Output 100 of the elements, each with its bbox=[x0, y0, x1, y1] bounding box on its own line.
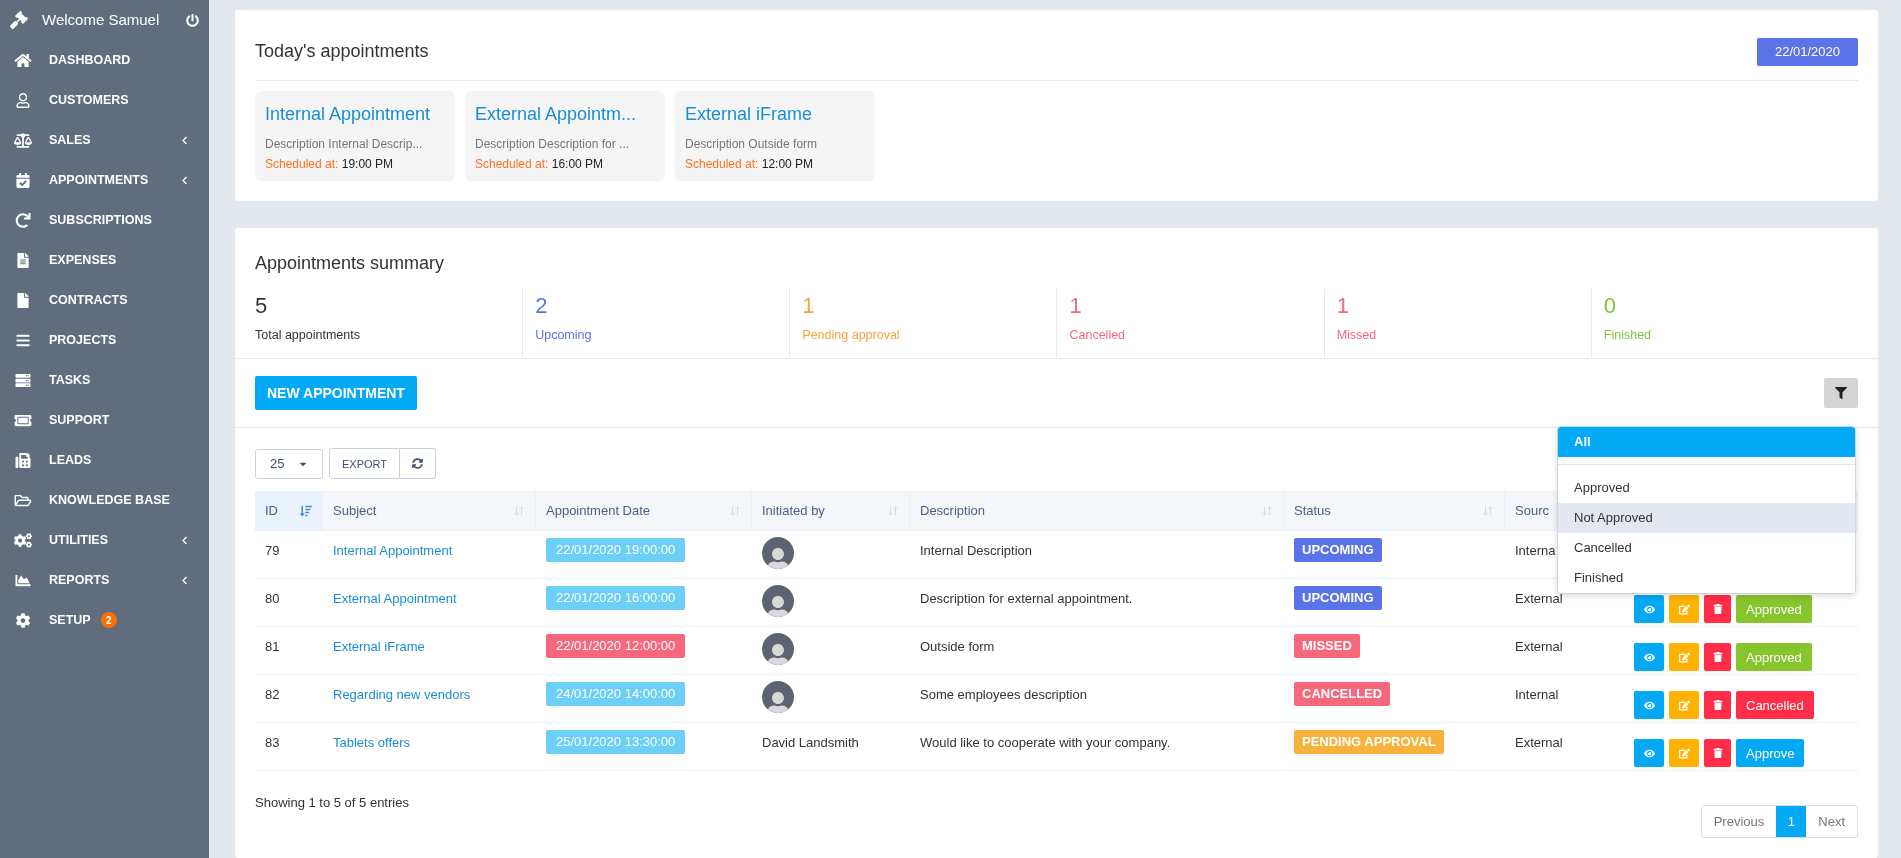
view-button[interactable] bbox=[1634, 691, 1664, 720]
scheduled-label: Scheduled at: bbox=[265, 156, 339, 171]
edit-button[interactable] bbox=[1669, 595, 1699, 624]
stat-value: 1 bbox=[1069, 291, 1083, 320]
nav-item[interactable]: CONTRACTS bbox=[0, 280, 209, 320]
nav-item[interactable]: UTILITIES bbox=[0, 520, 209, 560]
filter-option[interactable]: Not Approved bbox=[1558, 502, 1855, 533]
nav-item[interactable]: TASKS bbox=[0, 360, 209, 400]
initiator-name: David Landsmith bbox=[762, 734, 859, 753]
subject-link[interactable]: Internal Appointment bbox=[333, 543, 453, 559]
column-header[interactable]: Status bbox=[1294, 501, 1331, 521]
id-cell: 80 bbox=[265, 591, 280, 607]
filter-button[interactable] bbox=[1824, 378, 1858, 409]
nav-item[interactable]: KNOWLEDGE BASE bbox=[0, 480, 209, 520]
nav-item[interactable]: EXPENSES bbox=[0, 240, 209, 280]
subject-link[interactable]: Tablets offers bbox=[333, 735, 411, 751]
appointment-title[interactable]: External Appointm... bbox=[475, 100, 655, 127]
subject-link[interactable]: External iFrame bbox=[333, 639, 425, 655]
status-badge: UPCOMING bbox=[1294, 586, 1382, 610]
delete-button[interactable] bbox=[1704, 739, 1731, 768]
appointment-title[interactable]: External iFrame bbox=[685, 100, 865, 127]
delete-button[interactable] bbox=[1704, 691, 1731, 720]
nav-item[interactable]: SETUP 2 bbox=[0, 600, 209, 640]
trash-icon bbox=[1712, 748, 1723, 759]
approval-button[interactable]: Approve bbox=[1736, 739, 1805, 768]
fax-icon bbox=[14, 452, 32, 468]
scheduled-label: Scheduled at: bbox=[475, 156, 549, 171]
filter-icon bbox=[1835, 387, 1847, 400]
column-header[interactable]: Subject bbox=[333, 501, 377, 521]
column-header[interactable]: Description bbox=[920, 501, 986, 521]
appointment-title[interactable]: Internal Appointment bbox=[265, 100, 445, 127]
appointment-card[interactable]: Internal Appointment Description Internal Descrip... Scheduled at: 19:00 PM bbox=[255, 90, 455, 181]
edit-icon bbox=[1678, 699, 1690, 711]
date-badge: 22/01/2020 12:00:00 bbox=[546, 634, 686, 658]
delete-button[interactable] bbox=[1704, 643, 1731, 672]
stat-value: 2 bbox=[535, 291, 549, 320]
description-cell: Outside form bbox=[920, 639, 995, 655]
approval-button[interactable]: Cancelled bbox=[1736, 691, 1814, 720]
server-icon bbox=[14, 372, 32, 388]
settings-icon bbox=[14, 612, 32, 628]
edit-button[interactable] bbox=[1669, 691, 1699, 720]
stat-label: Finished bbox=[1603, 326, 1653, 344]
nav-item[interactable]: CUSTOMERS bbox=[0, 80, 209, 120]
view-button[interactable] bbox=[1634, 595, 1664, 624]
filter-option[interactable]: Approved bbox=[1558, 472, 1855, 503]
export-button[interactable]: EXPORT bbox=[329, 448, 401, 480]
page-size-select[interactable]: 25 bbox=[255, 448, 323, 479]
id-cell: 79 bbox=[265, 543, 280, 559]
area-chart-icon bbox=[14, 572, 32, 588]
edit-button[interactable] bbox=[1669, 643, 1699, 672]
status-badge: PENDING APPROVAL bbox=[1294, 730, 1444, 754]
nav-item[interactable]: SALES bbox=[0, 120, 209, 160]
power-icon[interactable] bbox=[186, 13, 199, 27]
appointment-description: Description Outside form bbox=[685, 135, 819, 153]
gears-icon bbox=[14, 532, 32, 548]
column-header[interactable]: Appointment Date bbox=[546, 501, 651, 521]
section-title: Today's appointments bbox=[255, 40, 429, 64]
status-badge: UPCOMING bbox=[1294, 538, 1382, 562]
column-header[interactable]: ID bbox=[265, 501, 278, 521]
eye-icon bbox=[1643, 747, 1655, 759]
nav-item[interactable]: SUBSCRIPTIONS bbox=[0, 200, 209, 240]
nav-item[interactable]: PROJECTS bbox=[0, 320, 209, 360]
page-button[interactable]: 1 bbox=[1776, 806, 1807, 838]
source-cell: External bbox=[1515, 591, 1563, 607]
column-header[interactable]: Sourc bbox=[1515, 501, 1549, 521]
stat-label: Missed bbox=[1336, 326, 1378, 344]
date-badge: 25/01/2020 13:30:00 bbox=[546, 730, 686, 754]
count-badge: 2 bbox=[100, 612, 117, 628]
new-appointment-button[interactable]: NEW APPOINTMENT bbox=[255, 376, 417, 411]
appointment-card[interactable]: External iFrame Description Outside form Scheduled at: 12:00 PM bbox=[675, 90, 875, 181]
nav-item[interactable]: REPORTS bbox=[0, 560, 209, 600]
avatar bbox=[762, 537, 794, 570]
appointment-card[interactable]: External Appointm... Description Description for ... Scheduled at: 16:00 PM bbox=[465, 90, 665, 181]
ticket-icon bbox=[14, 412, 32, 428]
edit-button[interactable] bbox=[1669, 739, 1699, 768]
nav-item[interactable]: DASHBOARD bbox=[0, 40, 209, 80]
subject-link[interactable]: Regarding new vendors bbox=[333, 687, 471, 703]
avatar bbox=[762, 633, 794, 666]
filter-option[interactable]: All bbox=[1558, 426, 1855, 457]
view-button[interactable] bbox=[1634, 643, 1664, 672]
delete-button[interactable] bbox=[1704, 595, 1731, 624]
folder-icon bbox=[14, 492, 32, 508]
id-cell: 82 bbox=[265, 687, 280, 703]
description-cell: Would like to cooperate with your company. bbox=[920, 735, 1171, 751]
view-button[interactable] bbox=[1634, 739, 1664, 768]
refresh-button[interactable] bbox=[400, 448, 437, 480]
stat-value: 1 bbox=[802, 291, 816, 320]
description-cell: Description for external appointment. bbox=[920, 591, 1133, 607]
previous-button[interactable]: Previous bbox=[1701, 806, 1777, 838]
sort-icon[interactable] bbox=[300, 504, 312, 517]
edit-icon bbox=[1678, 603, 1690, 615]
nav-item[interactable]: LEADS bbox=[0, 440, 209, 480]
subject-link[interactable]: External Appointment bbox=[333, 591, 457, 607]
nav-item[interactable]: SUPPORT bbox=[0, 400, 209, 440]
filter-option[interactable]: Cancelled bbox=[1558, 532, 1855, 563]
next-button[interactable]: Next bbox=[1806, 806, 1857, 838]
column-header[interactable]: Initiated by bbox=[762, 501, 825, 521]
nav-item[interactable]: APPOINTMENTS bbox=[0, 160, 209, 200]
user-icon bbox=[14, 92, 32, 108]
filter-option[interactable]: Finished bbox=[1558, 562, 1855, 593]
